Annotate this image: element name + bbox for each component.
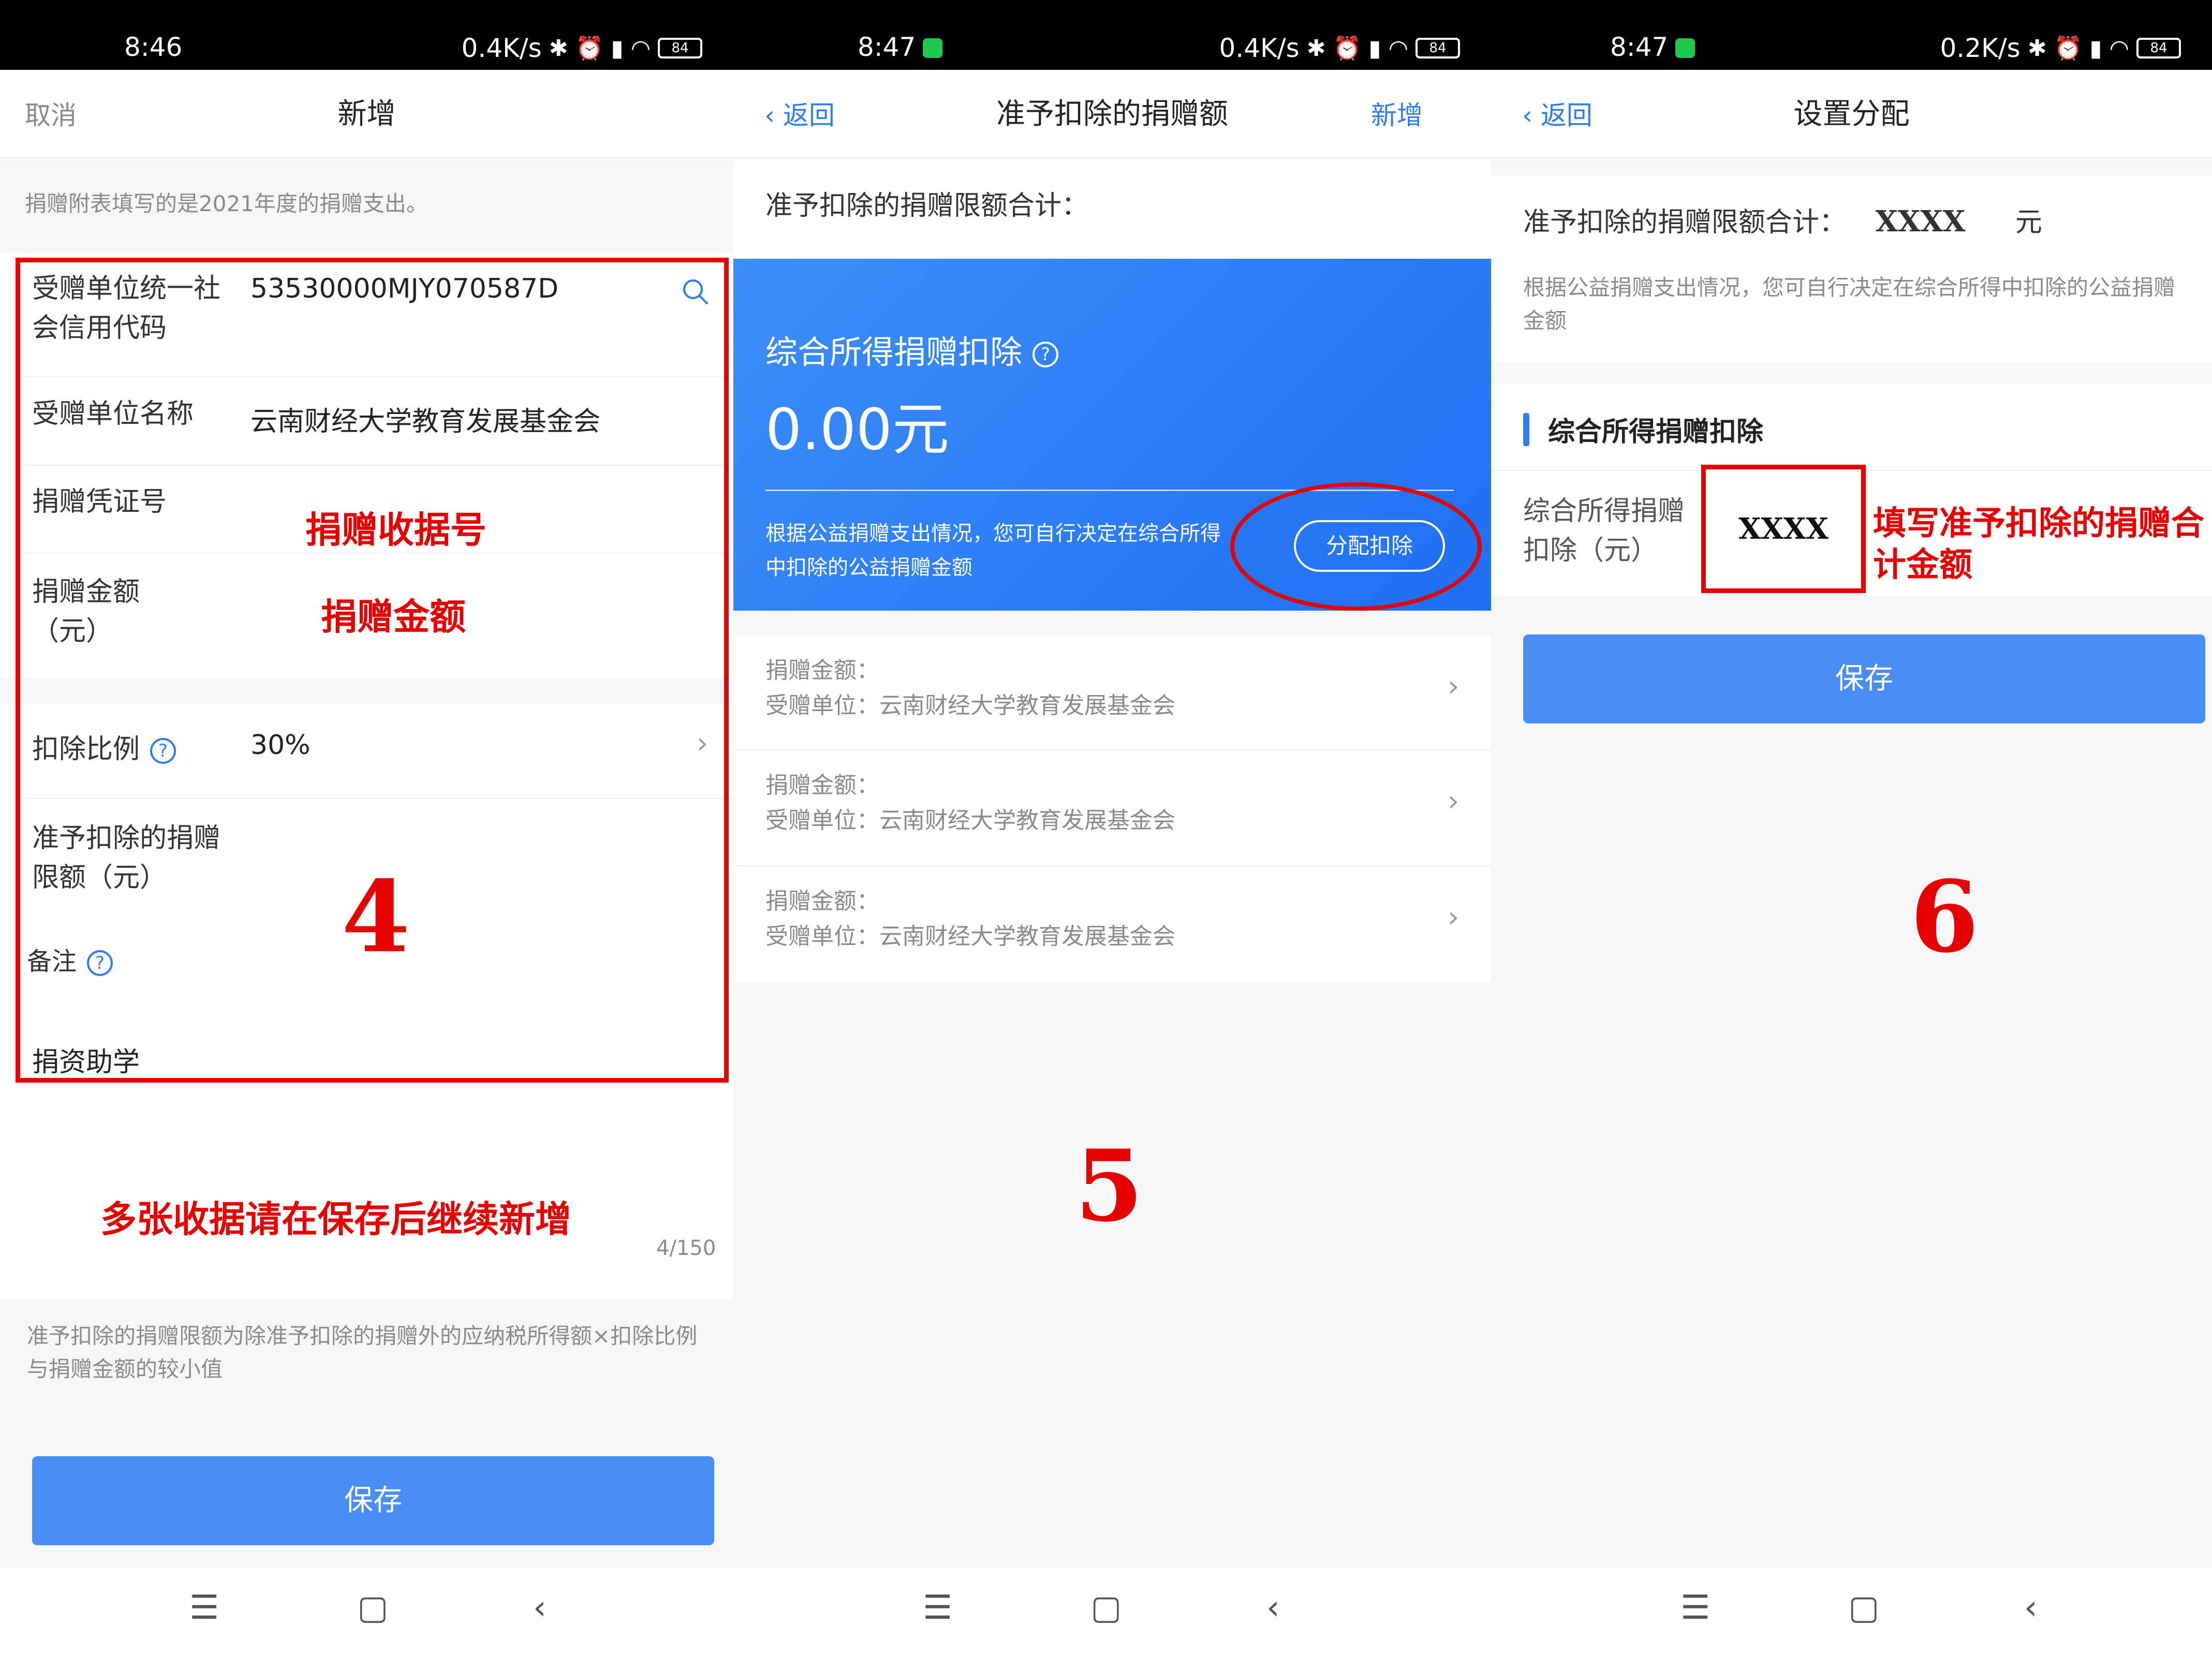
deduction-section: 综合所得捐赠扣除 综合所得捐赠扣除（元） XXXX 填写准予扣除的捐赠合计金额 [1491,384,2212,596]
record-amount-label: 捐赠金额： [765,888,879,914]
record-amount-label: 捐赠金额： [765,772,879,799]
deduction-input[interactable]: XXXX [1701,465,1866,593]
highlight-ellipse [1230,482,1482,611]
home-icon[interactable]: ▢ [1848,1589,1879,1627]
deduction-card: 综合所得捐赠扣除? 0.00元 根据公益捐赠支出情况，您可自行决定在综合所得中扣… [733,259,1491,611]
signal-icon: ▮ [611,35,624,62]
add-button[interactable]: 新增 [1371,95,1423,132]
record-org-label: 受赠单位：云南财经大学教育发展基金会 [765,923,1175,950]
alarm-icon: ⏰ [2054,35,2083,62]
nav-bar: ‹ 返回 设置分配 [1491,70,2212,158]
system-nav-bar: ☰ ▢ ‹ [1491,1568,2212,1656]
card-title: 综合所得捐赠扣除 [765,333,1023,371]
status-bar: 8:47 0.4K/s ✱ ⏰ ▮ ◠ 84 [733,0,1491,70]
bluetooth-icon: ✱ [1306,35,1326,62]
deduction-field-label: 综合所得捐赠扣除（元） [1523,496,1685,566]
annotation-voucher: 捐赠收据号 [305,508,486,551]
bluetooth-icon: ✱ [549,35,568,62]
record-amount-label: 捐赠金额： [765,657,879,684]
annotation-step-5: 5 [1075,1128,1144,1244]
donation-record-list: 捐赠金额： 受赠单位：云南财经大学教育发展基金会 › 捐赠金额： 受赠单位：云南… [733,635,1491,982]
signal-icon: ▮ [2089,35,2102,62]
annotation-amount: 捐赠金额 [321,595,466,638]
annotation-step-4: 4 [342,859,410,974]
limit-total-block: 准予扣除的捐赠限额合计： XXXX 元 根据公益捐赠支出情况，您可自行决定在综合… [1491,176,2212,362]
back-icon[interactable]: ‹ [533,1589,547,1627]
battery-icon: 84 [1415,38,1460,58]
chevron-right-icon: › [1448,785,1459,818]
annotation-multi-receipts: 多张收据请在保存后继续新增 [100,1197,571,1240]
record-org-label: 受赠单位：云南财经大学教育发展基金会 [765,807,1175,834]
chevron-right-icon: › [1448,900,1459,934]
year-notice: 捐赠附表填写的是2021年度的捐赠支出。 [25,191,428,216]
network-speed: 0.4K/s [461,33,542,63]
limit-total-row: 准予扣除的捐赠限额合计： [733,160,1491,259]
allocation-description: 根据公益捐赠支出情况，您可自行决定在综合所得中扣除的公益捐赠金额 [1523,275,2176,333]
list-item[interactable]: 捐赠金额： 受赠单位：云南财经大学教育发展基金会 › [733,750,1491,864]
card-description: 根据公益捐赠支出情况，您可自行决定在综合所得中扣除的公益捐赠金额 [765,522,1221,580]
bluetooth-icon: ✱ [2027,35,2047,62]
limit-total-label: 准予扣除的捐赠限额合计： [765,190,1089,221]
status-time: 8:47 [858,32,943,62]
save-button[interactable]: 保存 [1523,634,2205,723]
list-item[interactable]: 捐赠金额： 受赠单位：云南财经大学教育发展基金会 › [733,866,1491,980]
alarm-icon: ⏰ [575,35,604,62]
menu-icon[interactable]: ☰ [923,1589,952,1627]
home-icon[interactable]: ▢ [1090,1589,1122,1627]
system-nav-bar: ☰ ▢ ‹ [0,1568,733,1656]
status-time: 8:47 [1610,32,1695,62]
back-icon[interactable]: ‹ [1266,1589,1280,1627]
list-item[interactable]: 捐赠金额： 受赠单位：云南财经大学教育发展基金会 › [733,635,1491,749]
remark-counter: 4/150 [656,1236,716,1260]
wifi-icon: ◠ [630,35,651,62]
limit-total-value: XXXX [1875,204,1966,239]
screen-deductible-donations: 8:47 0.4K/s ✱ ⏰ ▮ ◠ 84 ‹ 返回 准予扣除的捐赠额 新增 … [733,0,1491,1656]
page-title: 新增 [337,97,396,131]
network-speed: 0.4K/s [1219,33,1300,63]
annotation-step-6: 6 [1910,859,1979,974]
annotation-fill-hint: 填写准予扣除的捐赠合计金额 [1873,504,2204,584]
limit-footnote: 准予扣除的捐赠限额为除准予扣除的捐赠外的应纳税所得额×扣除比例与捐赠金额的较小值 [27,1323,698,1382]
screen-set-allocation: 8:47 0.2K/s ✱ ⏰ ▮ ◠ 84 ‹ 返回 设置分配 准予扣除的捐赠… [1491,0,2212,1656]
status-time: 8:46 [124,32,183,62]
wifi-icon: ◠ [1388,35,1408,62]
menu-icon[interactable]: ☰ [1680,1589,1710,1627]
signal-icon: ▮ [1368,35,1381,62]
section-title: 综合所得捐赠扣除 [1548,417,1764,448]
wechat-icon [923,38,943,58]
battery-icon: 84 [658,38,702,58]
card-title-row: 综合所得捐赠扣除? [765,326,1059,373]
card-amount: 0.00元 [765,396,949,463]
network-speed: 0.2K/s [1940,33,2021,63]
screen-add-donation: 8:46 0.4K/s ✱ ⏰ ▮ ◠ 84 取消 新增 捐赠附表填写的是202… [0,0,733,1656]
system-nav-bar: ☰ ▢ ‹ [733,1568,1491,1656]
record-org-label: 受赠单位：云南财经大学教育发展基金会 [765,692,1175,719]
nav-bar: 取消 新增 [0,70,733,158]
nav-bar: ‹ 返回 准予扣除的捐赠额 新增 [733,70,1491,158]
wifi-icon: ◠ [2109,35,2129,62]
menu-icon[interactable]: ☰ [189,1589,219,1627]
page-title: 设置分配 [1793,97,1910,131]
status-bar: 8:46 0.4K/s ✱ ⏰ ▮ ◠ 84 [0,0,733,70]
save-button[interactable]: 保存 [32,1456,714,1545]
help-icon[interactable]: ? [1033,341,1059,367]
limit-total-label: 准予扣除的捐赠限额合计： [1523,207,1847,238]
limit-total-row: 准予扣除的捐赠限额合计： XXXX 元 [1523,202,2042,242]
limit-total-unit: 元 [2015,207,2042,238]
chevron-right-icon: › [1448,670,1459,703]
back-icon[interactable]: ‹ [2024,1589,2038,1627]
wechat-icon [1675,38,1695,58]
alarm-icon: ⏰ [1333,35,1362,62]
home-icon[interactable]: ▢ [357,1589,388,1627]
status-bar: 8:47 0.2K/s ✱ ⏰ ▮ ◠ 84 [1491,0,2212,70]
battery-icon: 84 [2136,38,2181,58]
section-marker [1523,413,1529,446]
